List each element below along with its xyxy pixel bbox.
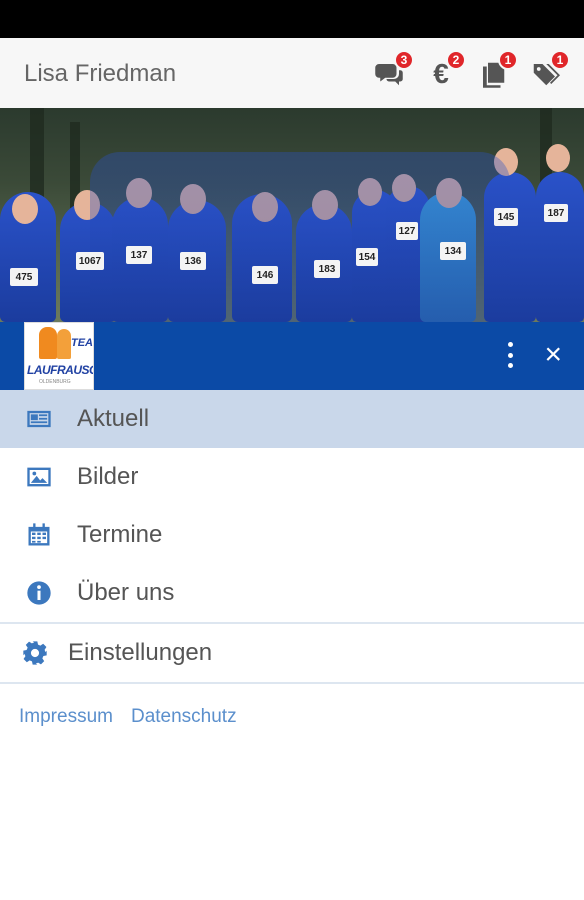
menu-divider xyxy=(0,682,584,684)
euro-badge: 2 xyxy=(446,50,466,70)
overflow-menu-icon[interactable] xyxy=(506,342,514,368)
menu-label: Über uns xyxy=(77,579,175,606)
header-icons: 3 € 2 1 1 xyxy=(370,50,570,92)
app-header: Lisa Friedman 3 € 2 1 1 xyxy=(0,38,584,108)
bib: 137 xyxy=(126,246,152,264)
runner-figure xyxy=(57,329,71,359)
calendar-icon xyxy=(24,520,54,550)
bib: 187 xyxy=(544,204,568,222)
close-icon[interactable]: × xyxy=(544,340,562,370)
bib: 145 xyxy=(494,208,518,226)
menu-item-ueber-uns[interactable]: Über uns xyxy=(0,564,584,622)
gear-icon xyxy=(20,638,50,668)
menu-label: Bilder xyxy=(77,463,139,490)
tags-icon[interactable]: 1 xyxy=(526,50,570,92)
logo-text-name: LAUFRAUSCH xyxy=(27,363,93,377)
nav-menu: Aktuell Bilder Termine Über uns Einstell… xyxy=(0,390,584,684)
menu-item-termine[interactable]: Termine xyxy=(0,506,584,564)
bib: 183 xyxy=(314,260,340,278)
menu-label: Termine xyxy=(77,521,163,548)
menu-label: Aktuell xyxy=(77,405,150,432)
runner-figure xyxy=(39,327,57,359)
bib: 475 xyxy=(10,268,38,286)
user-name: Lisa Friedman xyxy=(24,60,177,87)
team-logo: TEAM LAUFRAUSCH OLDENBURG xyxy=(24,322,94,390)
logo-text-city: OLDENBURG xyxy=(39,379,71,385)
menu-item-bilder[interactable]: Bilder xyxy=(0,448,584,506)
footer-links: Impressum Datenschutz xyxy=(19,706,237,728)
documents-icon[interactable]: 1 xyxy=(474,50,518,92)
menu-item-aktuell[interactable]: Aktuell xyxy=(0,390,584,448)
bib: 146 xyxy=(252,266,278,284)
image-icon xyxy=(24,462,54,492)
tags-badge: 1 xyxy=(550,50,570,70)
status-bar xyxy=(0,0,584,38)
menu-item-einstellungen[interactable]: Einstellungen xyxy=(0,624,584,682)
datenschutz-link[interactable]: Datenschutz xyxy=(131,706,237,728)
bib: 134 xyxy=(440,242,466,260)
info-icon xyxy=(24,578,54,608)
documents-badge: 1 xyxy=(498,50,518,70)
logo-text-team: TEAM xyxy=(71,337,93,349)
menu-label: Einstellungen xyxy=(68,639,213,666)
newspaper-icon xyxy=(24,404,54,434)
drawer-header: TEAM LAUFRAUSCH OLDENBURG × xyxy=(0,322,584,390)
bib: 154 xyxy=(356,248,378,266)
team-photo: 475 1067 137 136 146 183 154 127 134 145… xyxy=(0,108,584,322)
bib: 136 xyxy=(180,252,206,270)
euro-icon[interactable]: € 2 xyxy=(422,50,466,92)
drawer-actions: × xyxy=(506,340,562,370)
chat-icon[interactable]: 3 xyxy=(370,50,414,92)
chat-badge: 3 xyxy=(394,50,414,70)
bib: 127 xyxy=(396,222,418,240)
impressum-link[interactable]: Impressum xyxy=(19,706,113,728)
bib: 1067 xyxy=(76,252,104,270)
